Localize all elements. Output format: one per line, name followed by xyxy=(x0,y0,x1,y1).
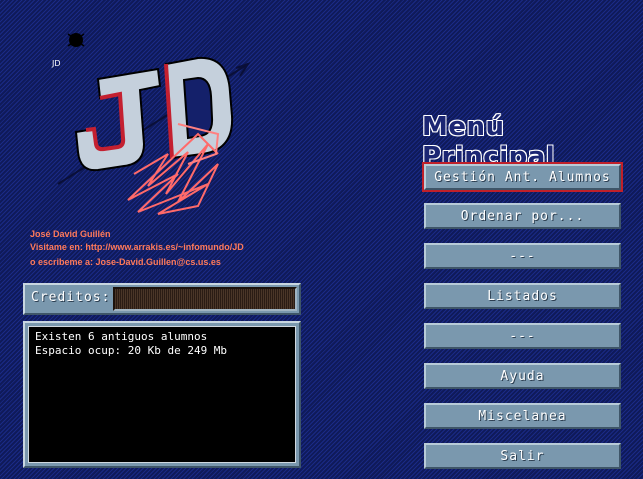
author-email: o escribeme a: Jose-David.Guillen@cs.us.… xyxy=(30,257,221,267)
logo-mark-icon: JD xyxy=(51,33,85,68)
author-website: Visitame en: http://www.arrakis.es/~info… xyxy=(30,242,244,252)
separator-button-2[interactable]: --- xyxy=(424,323,621,349)
credits-panel: Creditos: xyxy=(23,283,301,315)
svg-text:JD: JD xyxy=(51,59,61,68)
listings-button[interactable]: Listados xyxy=(424,283,621,309)
jd-logo: JD xyxy=(51,33,251,215)
help-button[interactable]: Ayuda xyxy=(424,363,621,389)
console-line: Espacio ocup: 20 Kb de 249 Mb xyxy=(35,344,228,357)
misc-button[interactable]: Miscelanea xyxy=(424,403,621,429)
menu-title: Menú Principal xyxy=(422,112,556,172)
author-name: José David Guillén xyxy=(30,229,111,239)
separator-button-1[interactable]: --- xyxy=(424,243,621,269)
sort-by-button[interactable]: Ordenar por... xyxy=(424,203,621,229)
credits-label: Creditos: xyxy=(31,290,111,305)
console-line: Existen 6 antiguos alumnos xyxy=(35,330,208,343)
status-console-frame: Existen 6 antiguos alumnos Espacio ocup:… xyxy=(23,321,301,468)
credits-field[interactable] xyxy=(113,287,297,311)
manage-alumni-button[interactable]: Gestión Ant. Alumnos xyxy=(422,162,623,192)
exit-button[interactable]: Salir xyxy=(424,443,621,469)
status-console: Existen 6 antiguos alumnos Espacio ocup:… xyxy=(28,326,296,463)
